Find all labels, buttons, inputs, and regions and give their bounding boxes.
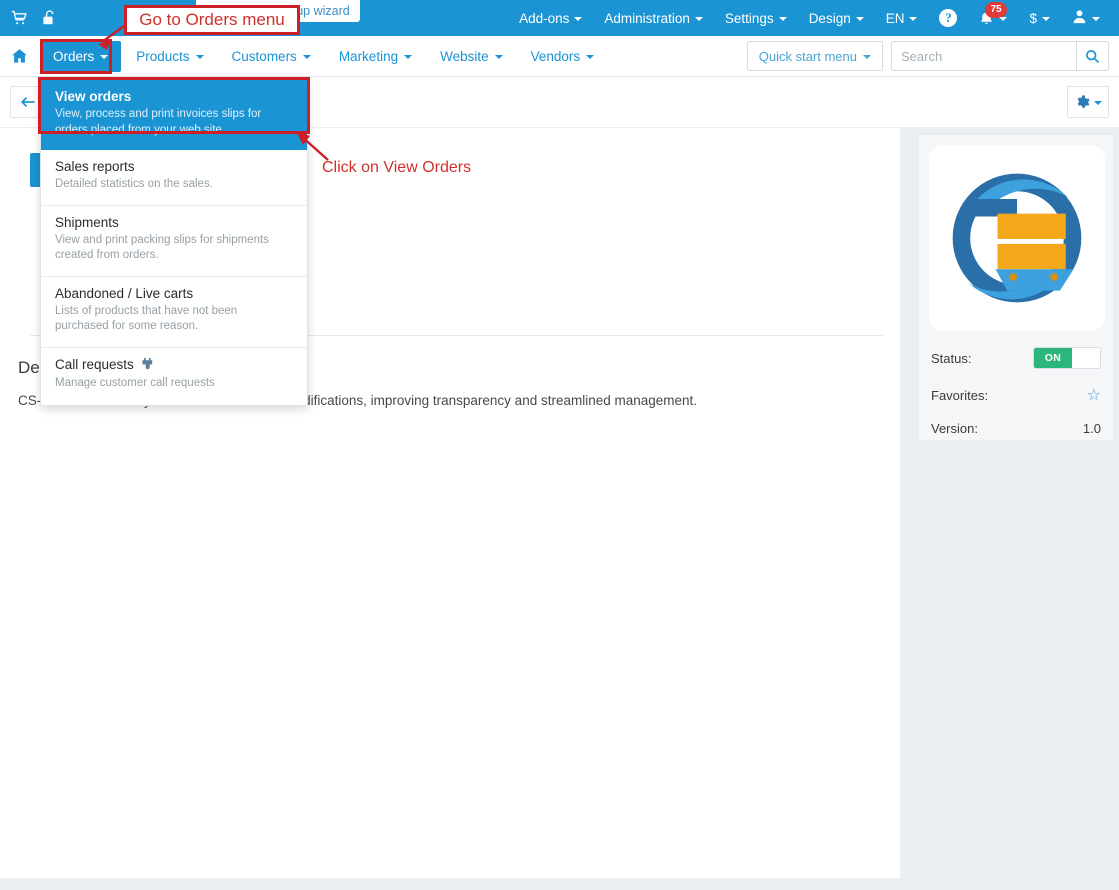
star-icon[interactable]: ☆ — [1087, 385, 1101, 405]
menu-item-orders-label: Orders — [53, 48, 95, 64]
admin-page: Add-ons Administration Settings Design E… — [0, 0, 1119, 890]
dropdown-item-call-requests-desc: Manage customer call requests — [55, 376, 215, 389]
status-label: Status: — [931, 350, 972, 366]
topbar-menu-administration[interactable]: Administration — [593, 3, 714, 34]
quick-start-menu-label: Quick start menu — [758, 48, 857, 64]
dropdown-item-abandoned-live-carts-title: Abandoned / Live carts — [55, 285, 194, 301]
topbar-menu-add-ons[interactable]: Add-ons — [508, 3, 593, 34]
top-bar-left-icons — [0, 9, 58, 27]
menu-item-marketing[interactable]: Marketing — [326, 41, 425, 72]
status-row: Status: ON — [929, 347, 1103, 369]
favorites-row: Favorites: ☆ — [929, 385, 1103, 405]
menu-item-customers-label: Customers — [231, 48, 297, 64]
topbar-language-label: EN — [885, 10, 905, 26]
chevron-down-icon — [778, 17, 787, 21]
user-avatar-icon — [1072, 9, 1087, 27]
bell-icon: 75 — [979, 2, 1007, 26]
status-toggle[interactable]: ON — [1033, 347, 1101, 369]
chevron-down-icon — [1042, 17, 1050, 21]
dropdown-item-shipments[interactable]: Shipments View and print packing slips f… — [41, 206, 307, 277]
topbar-menu-settings[interactable]: Settings — [714, 3, 798, 34]
addon-plug-icon — [140, 357, 153, 373]
addon-info-card: Status: ON Favorites: ☆ Version: 1.0 — [918, 134, 1114, 441]
chevron-down-icon — [586, 55, 595, 59]
dropdown-item-call-requests-title-wrap: Call requests — [55, 357, 293, 373]
chevron-down-icon — [302, 55, 311, 59]
menu-item-website-label: Website — [440, 48, 489, 64]
gear-icon — [1077, 94, 1090, 108]
dropdown-item-abandoned-live-carts-desc: Lists of products that have not been pur… — [55, 304, 238, 333]
dropdown-item-shipments-title: Shipments — [55, 214, 119, 230]
search-box — [891, 41, 1109, 71]
chevron-down-icon — [574, 17, 583, 21]
main-menu-bar: Orders Products Customers Marketing Webs… — [0, 36, 1119, 77]
menu-bar-right: Quick start menu — [746, 41, 1119, 71]
search-button[interactable] — [1076, 41, 1109, 71]
annotation-go-to-orders-menu-text: Go to Orders menu — [139, 10, 285, 29]
menu-item-customers[interactable]: Customers — [219, 41, 324, 72]
chevron-down-icon — [999, 17, 1008, 21]
notification-count-badge: 75 — [985, 2, 1007, 18]
chevron-down-icon — [863, 55, 871, 59]
dropdown-item-abandoned-live-carts[interactable]: Abandoned / Live carts Lists of products… — [41, 277, 307, 348]
menu-item-orders[interactable]: Orders — [40, 40, 122, 72]
storefront-cart-icon[interactable] — [10, 9, 28, 27]
page-settings-gear-button[interactable] — [1067, 86, 1109, 118]
chevron-down-icon — [909, 17, 918, 21]
chevron-down-icon — [494, 55, 503, 59]
menu-item-marketing-label: Marketing — [338, 48, 399, 64]
user-account-menu[interactable] — [1061, 1, 1111, 35]
dropdown-item-view-orders-title: View orders — [55, 89, 132, 104]
version-row: Version: 1.0 — [929, 421, 1103, 436]
chevron-down-icon — [694, 17, 703, 21]
cs-cart-logo-icon — [952, 173, 1082, 303]
favorites-label: Favorites: — [931, 387, 989, 403]
menu-item-vendors[interactable]: Vendors — [518, 41, 608, 72]
chevron-down-icon — [1093, 101, 1102, 105]
top-bar-menus: Add-ons Administration Settings Design E… — [508, 1, 1119, 35]
version-value: 1.0 — [1082, 421, 1101, 436]
chevron-down-icon — [100, 55, 109, 59]
dropdown-item-view-orders-desc: View, process and print invoices slips f… — [55, 108, 262, 136]
topbar-menu-add-ons-label: Add-ons — [519, 10, 570, 26]
topbar-language-selector[interactable]: EN — [875, 3, 929, 34]
home-icon[interactable] — [0, 36, 38, 77]
dropdown-item-call-requests[interactable]: Call requests Manage customer call reque… — [41, 348, 307, 404]
chevron-down-icon — [1092, 17, 1100, 21]
dropdown-item-sales-reports-desc: Detailed statistics on the sales. — [55, 178, 213, 191]
menu-item-products-label: Products — [136, 48, 190, 64]
quick-start-menu-button[interactable]: Quick start menu — [746, 41, 883, 71]
dropdown-item-call-requests-title: Call requests — [55, 357, 134, 373]
notifications-button[interactable]: 75 — [968, 2, 1018, 34]
help-button[interactable]: ? — [928, 1, 968, 35]
menu-item-products[interactable]: Products — [123, 41, 216, 72]
search-input[interactable] — [891, 41, 1076, 71]
lock-open-icon[interactable] — [40, 9, 58, 27]
dropdown-item-view-orders[interactable]: View orders View, process and print invo… — [41, 80, 307, 151]
chevron-down-icon — [195, 55, 204, 59]
orders-dropdown-menu: View orders View, process and print invo… — [40, 79, 308, 407]
status-toggle-on-label: ON — [1034, 348, 1072, 368]
currency-selector[interactable]: $ — [1018, 3, 1061, 34]
topbar-menu-design-label: Design — [808, 10, 851, 26]
dropdown-item-sales-reports-title: Sales reports — [55, 159, 135, 175]
chevron-down-icon — [855, 17, 864, 21]
currency-label: $ — [1029, 10, 1037, 26]
annotation-click-on-view-orders: Click on View Orders — [322, 159, 471, 177]
dropdown-item-shipments-desc: View and print packing slips for shipmen… — [55, 233, 269, 262]
version-label: Version: — [931, 421, 978, 436]
topbar-menu-design[interactable]: Design — [798, 3, 875, 34]
menu-item-vendors-label: Vendors — [530, 48, 581, 64]
menu-item-website[interactable]: Website — [427, 41, 516, 72]
chevron-down-icon — [404, 55, 413, 59]
annotation-go-to-orders-menu: Go to Orders menu — [124, 5, 300, 35]
topbar-menu-administration-label: Administration — [604, 10, 690, 26]
question-mark-icon: ? — [939, 9, 958, 27]
topbar-menu-settings-label: Settings — [724, 10, 774, 26]
addon-logo — [929, 145, 1105, 331]
dropdown-item-sales-reports[interactable]: Sales reports Detailed statistics on the… — [41, 150, 307, 206]
annotation-click-on-view-orders-text: Click on View Orders — [322, 159, 472, 176]
